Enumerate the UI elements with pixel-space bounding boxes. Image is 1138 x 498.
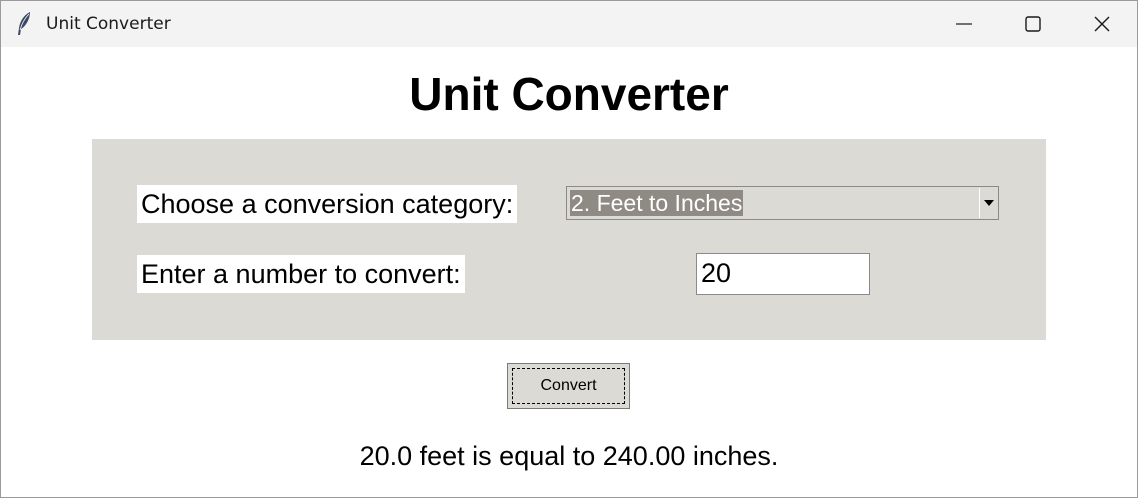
number-input[interactable]: 20 <box>696 253 870 295</box>
close-button[interactable] <box>1067 1 1137 47</box>
page-title: Unit Converter <box>409 68 729 120</box>
convert-button[interactable]: Convert <box>507 363 630 409</box>
input-panel: Choose a conversion category: 2. Feet to… <box>92 139 1046 340</box>
number-label: Enter a number to convert: <box>137 255 465 293</box>
category-label: Choose a conversion category: <box>137 185 518 223</box>
minimize-button[interactable] <box>929 1 999 47</box>
window-title: Unit Converter <box>46 14 171 34</box>
chevron-down-icon <box>984 200 994 206</box>
result-text: 20.0 feet is equal to 240.00 inches. <box>359 441 779 471</box>
maximize-icon <box>1025 16 1041 32</box>
main-content: Unit Converter Choose a conversion categ… <box>1 47 1137 497</box>
convert-button-label: Convert <box>540 377 597 394</box>
category-selected-value: 2. Feet to Inches <box>570 190 744 216</box>
close-icon <box>1094 16 1110 32</box>
dropdown-arrow-button[interactable] <box>979 188 997 218</box>
feather-icon <box>15 11 35 37</box>
title-bar[interactable]: Unit Converter <box>1 1 1137 47</box>
app-window: Unit Converter Unit Converter Choose a c… <box>0 0 1138 498</box>
minimize-icon <box>956 23 972 25</box>
category-dropdown[interactable]: 2. Feet to Inches <box>566 186 999 220</box>
maximize-button[interactable] <box>998 1 1068 47</box>
